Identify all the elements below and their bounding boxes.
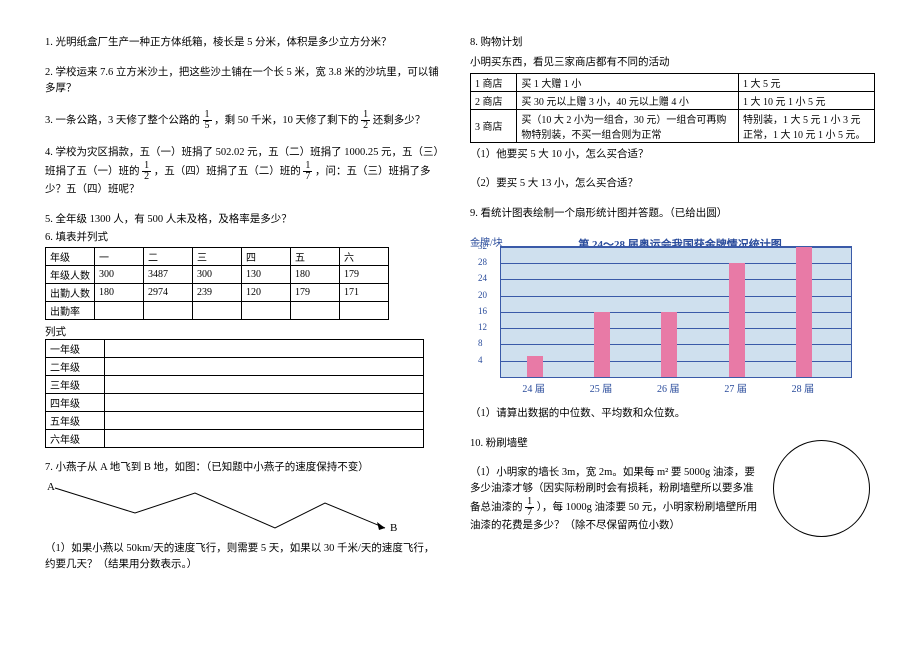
question-8-title: 8. 购物计划 (470, 35, 875, 51)
fraction-1-5: 1 5 (203, 110, 212, 131)
question-8-2: （2）要买 5 大 13 小，怎么买合适？ (470, 176, 875, 192)
chart-bar (661, 312, 677, 377)
question-8-intro: 小明买东西，看见三家商店都有不同的活动 (470, 55, 875, 71)
bar-chart: 金牌/块 第 24～28 届奥运会我国获金牌情况统计图 481216202428… (470, 236, 860, 396)
table-row: 3 商店 买（10 大 2 小为一组合，30 元）一组合可再购物特别装，不买一组… (471, 109, 875, 142)
chart-bar (796, 247, 812, 377)
y-tick: 20 (478, 290, 487, 300)
table-row: 年级人数 300 3487 300 130 180 179 (46, 266, 389, 284)
fraction-1-2-b: 1 2 (142, 161, 151, 182)
point-a-label: A (47, 481, 55, 493)
table-row: 出勤率 (46, 302, 389, 320)
table-row: 三年级 (46, 376, 424, 394)
question-4: 4. 学校为灾区捐款，五（一）班捐了 502.02 元，五（二）班捐了 1000… (45, 145, 440, 198)
question-9-1: （1）请算出数据的中位数、平均数和众位数。 (470, 406, 875, 422)
question-7-1: （1）如果小燕以 50km/天的速度飞行，则需要 5 天，如果以 30 千米/天… (45, 541, 440, 573)
grade-table: 年级 一 二 三 四 五 六 年级人数 300 3487 300 130 180… (45, 247, 389, 320)
y-tick: 4 (478, 355, 483, 365)
q4-text-b: ，五（四）班捐了五（二）班的 (154, 166, 301, 177)
question-10-body: （1）小明家的墙长 3m，宽 2m。如果每 m² 要 5000g 油漆，要多少油… (470, 465, 760, 533)
table-row: 六年级 (46, 430, 424, 448)
table-row: 四年级 (46, 394, 424, 412)
table-row: 一年级 (46, 340, 424, 358)
chart-bar (527, 356, 543, 376)
chart-bar (594, 312, 610, 377)
swallow-path-figure: A B (45, 478, 440, 541)
table-row: 二年级 (46, 358, 424, 376)
question-8-1: （1）他要买 5 大 10 小，怎么买合适？ (470, 147, 875, 163)
question-2: 2. 学校运来 7.6 立方米沙土，把这些沙土铺在一个长 5 米，宽 3.8 米… (45, 65, 440, 97)
question-9-title: 9. 看统计图表绘制一个扇形统计图并答题。（已给出圆） (470, 206, 875, 222)
fraction-1-7: 1 7 (303, 161, 312, 182)
question-7-title: 7. 小燕子从 A 地飞到 B 地，如图：（已知题中小燕子的速度保持不变） (45, 460, 440, 476)
table-row: 1 商店 买 1 大赠 1 小 1 大 5 元 (471, 73, 875, 91)
table-row: 2 商店 买 30 元以上赠 3 小，40 元以上赠 4 小 1 大 10 元 … (471, 91, 875, 109)
x-tick: 26 届 (657, 380, 680, 395)
shop-table: 1 商店 买 1 大赠 1 小 1 大 5 元 2 商店 买 30 元以上赠 3… (470, 73, 875, 143)
q3-text-b: ，剩 50 千米，10 天修了剩下的 (214, 115, 358, 126)
formula-table: 一年级 二年级 三年级 四年级 五年级 六年级 (45, 339, 424, 448)
blank-circle (773, 440, 870, 537)
question-6-title: 6. 填表并列式 (45, 230, 440, 246)
q3-text-a: 3. 一条公路，3 天修了整个公路的 (45, 115, 200, 126)
x-tick: 25 届 (590, 380, 613, 395)
question-1: 1. 光明纸盒厂生产一种正方体纸箱，棱长是 5 分米，体积是多少立方分米？ (45, 35, 440, 51)
y-tick: 32 (478, 241, 487, 251)
y-tick: 28 (478, 257, 487, 267)
y-tick: 12 (478, 322, 487, 332)
x-tick: 28 届 (792, 380, 815, 395)
question-3: 3. 一条公路，3 天修了整个公路的 1 5 ，剩 50 千米，10 天修了剩下… (45, 110, 440, 131)
fraction-1-2: 1 2 (361, 110, 370, 131)
path-svg: A B (45, 478, 405, 538)
table-row: 出勤人数 180 2974 239 120 179 171 (46, 284, 389, 302)
question-5: 5. 全年级 1300 人，有 500 人未及格，及格率是多少？ (45, 212, 440, 228)
x-tick: 27 届 (724, 380, 747, 395)
y-tick: 24 (478, 273, 487, 283)
x-tick: 24 届 (522, 380, 545, 395)
chart-bar (729, 263, 745, 377)
table-row: 年级 一 二 三 四 五 六 (46, 248, 389, 266)
point-b-label: B (390, 522, 397, 534)
list-label: 列式 (45, 324, 440, 339)
fraction-1-7-b: 1 7 (525, 497, 534, 518)
y-tick: 16 (478, 306, 487, 316)
q3-text-c: 还剩多少？ (373, 115, 426, 126)
table-row: 五年级 (46, 412, 424, 430)
y-tick: 8 (478, 338, 483, 348)
